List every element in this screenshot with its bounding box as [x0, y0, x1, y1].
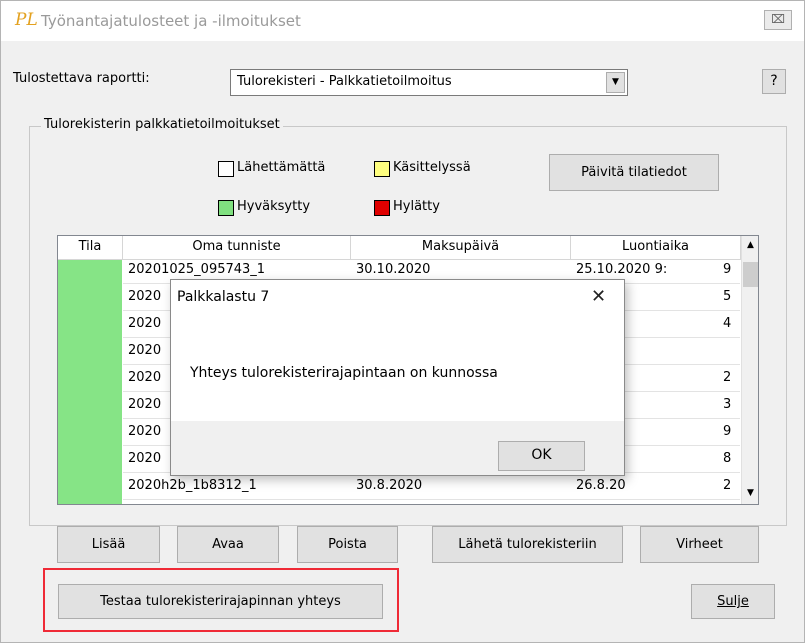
cell-luontiaika: 25.10.2020 9:: [576, 262, 668, 277]
legend-unsent-swatch: [218, 161, 234, 177]
legend-approved-label: Hyväksytty: [237, 199, 311, 214]
refresh-status-button[interactable]: Päivitä tilatiedot: [549, 154, 719, 191]
column-header-tila[interactable]: Tila: [58, 236, 123, 260]
cell-luontiaika: 26.8.20: [576, 478, 626, 493]
scroll-up-icon[interactable]: ▲: [742, 236, 758, 254]
open-button[interactable]: Avaa: [177, 526, 279, 563]
legend-processing-label: Käsittelyssä: [393, 160, 471, 175]
column-header-maksupaiva[interactable]: Maksupäivä: [351, 236, 571, 260]
close-icon[interactable]: ✕: [591, 286, 606, 307]
report-label: Tulostettava raportti:: [13, 71, 150, 86]
ok-button[interactable]: OK: [498, 441, 585, 471]
group-title: Tulorekisterin palkkatietoilmoitukset: [41, 117, 283, 132]
legend-rejected-label: Hylätty: [393, 199, 440, 214]
message-dialog: Palkkalastu 7 ✕ Yhteys tulorekisteriraja…: [170, 279, 625, 476]
report-select-value: Tulorekisteri - Palkkatietoilmoitus: [237, 74, 452, 89]
legend-processing-swatch: [374, 161, 390, 177]
scroll-down-icon[interactable]: ▼: [742, 484, 758, 502]
app-logo-icon: PL: [15, 10, 38, 30]
cell-luontiaika-tail: 2: [723, 478, 732, 493]
errors-button[interactable]: Virheet: [640, 526, 759, 563]
legend-rejected-swatch: [374, 200, 390, 216]
chevron-down-icon[interactable]: ▼: [606, 72, 625, 93]
dialog-message: Yhteys tulorekisterirajapintaan on kunno…: [190, 365, 498, 381]
legend-unsent-label: Lähettämättä: [237, 160, 326, 175]
main-window: PL Työnantajatulosteet ja -ilmoitukset ⌧…: [0, 0, 805, 643]
send-to-register-button[interactable]: Lähetä tulorekisteriin: [432, 526, 623, 563]
window-title: Työnantajatulosteet ja -ilmoitukset: [41, 12, 301, 30]
report-select[interactable]: Tulorekisteri - Palkkatietoilmoitus ▼: [230, 69, 628, 96]
cell-luontiaika-tail: 8: [723, 451, 732, 466]
cell-maksupaiva: 30.8.2020: [356, 478, 423, 493]
highlight-frame: [43, 568, 399, 632]
cell-oma-tunniste: 20201025_095743_1: [128, 262, 266, 277]
cell-oma-tunniste: 2020h2b_1b8312_1: [128, 478, 257, 493]
legend-approved-swatch: [218, 200, 234, 216]
help-button[interactable]: ?: [762, 69, 786, 94]
delete-button[interactable]: Poista: [297, 526, 398, 563]
column-header-luontiaika[interactable]: Luontiaika: [571, 236, 741, 260]
title-bar: PL Työnantajatulosteet ja -ilmoitukset ⌧: [1, 1, 804, 41]
cell-luontiaika-tail: 3: [723, 397, 732, 412]
cell-maksupaiva: 30.10.2020: [356, 262, 431, 277]
cell-luontiaika-tail: 9: [723, 262, 732, 277]
table-row[interactable]: 2020h2b_1b8312_1 30.8.2020 26.8.20 2: [123, 476, 740, 500]
cell-luontiaika-tail: 5: [723, 289, 732, 304]
close-button[interactable]: Sulje: [691, 584, 775, 619]
table-scrollbar[interactable]: ▲ ▼: [741, 236, 758, 504]
cell-luontiaika-tail: 9: [723, 424, 732, 439]
dialog-title: Palkkalastu 7: [177, 289, 270, 305]
column-header-oma-tunniste[interactable]: Oma tunniste: [123, 236, 351, 260]
cell-luontiaika-tail: 2: [723, 370, 732, 385]
status-color-cells: [58, 260, 122, 504]
scrollbar-thumb[interactable]: [743, 262, 758, 287]
window-close-button[interactable]: ⌧: [764, 10, 792, 30]
cell-luontiaika-tail: 4: [723, 316, 732, 331]
add-button[interactable]: Lisää: [57, 526, 160, 563]
